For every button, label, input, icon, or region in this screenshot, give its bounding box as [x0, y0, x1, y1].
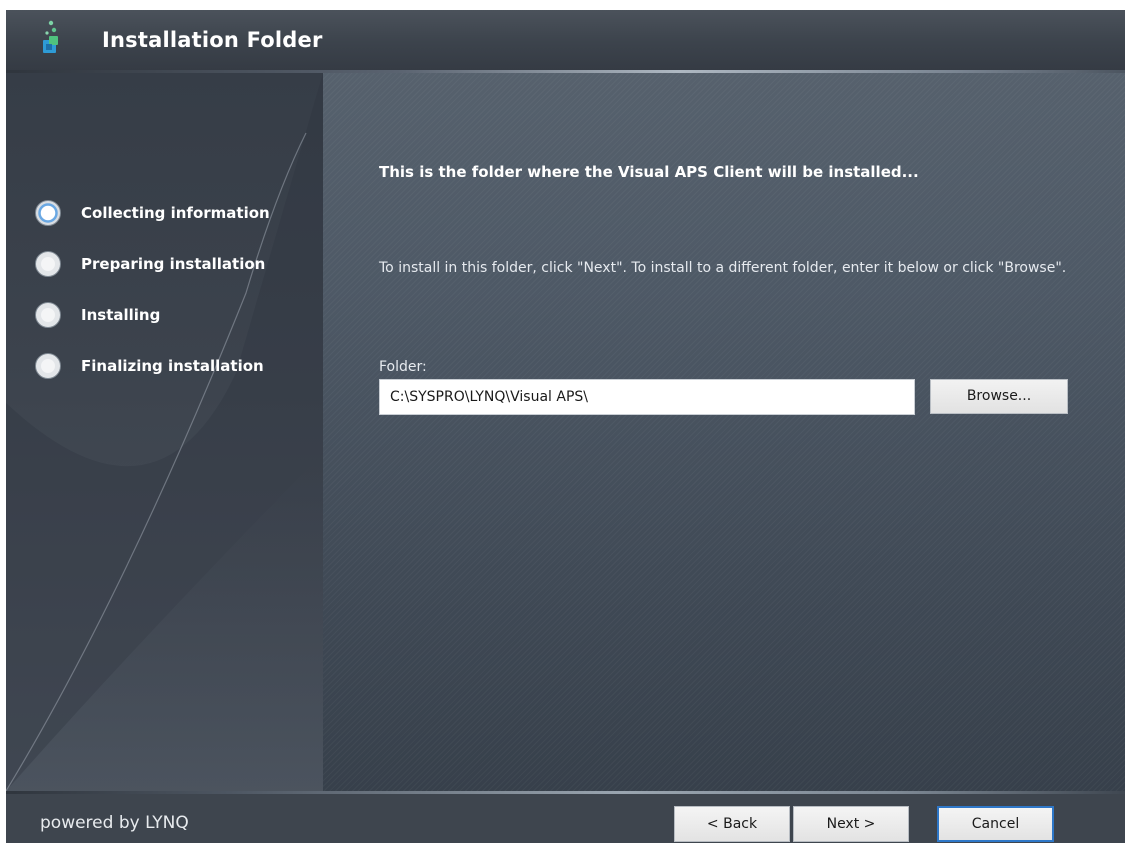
step-preparing-installation: Preparing installation: [34, 250, 319, 301]
folder-path-input[interactable]: [379, 379, 915, 415]
page-heading: This is the folder where the Visual APS …: [379, 163, 919, 181]
steps-sidebar: Collecting information Preparing install…: [6, 73, 323, 791]
step-installing: Installing: [34, 301, 319, 352]
step-collecting-information: Collecting information: [34, 199, 319, 250]
back-button[interactable]: < Back: [674, 806, 790, 842]
content-panel: This is the folder where the Visual APS …: [323, 73, 1125, 791]
step-label: Installing: [81, 306, 161, 324]
step-label: Finalizing installation: [81, 357, 264, 375]
radio-selected-icon: [35, 200, 61, 226]
folder-label: Folder:: [379, 359, 427, 375]
radio-unselected-icon: [35, 353, 61, 379]
cancel-button[interactable]: Cancel: [937, 806, 1054, 842]
step-finalizing-installation: Finalizing installation: [34, 352, 319, 403]
sidebar-decoration: [6, 73, 323, 791]
title-bar: Installation Folder: [6, 10, 1125, 70]
radio-unselected-icon: [35, 251, 61, 277]
browse-button[interactable]: Browse...: [930, 379, 1068, 414]
footer-bar: powered by LYNQ < Back Next > Cancel: [6, 791, 1125, 843]
installer-window: Installation Folder Collecting informati…: [6, 10, 1125, 843]
radio-unselected-icon: [35, 302, 61, 328]
step-label: Preparing installation: [81, 255, 266, 273]
footer-divider: [6, 791, 1125, 794]
steps-list: Collecting information Preparing install…: [34, 199, 319, 403]
step-label: Collecting information: [81, 204, 270, 222]
instruction-text: To install in this folder, click "Next".…: [379, 260, 1067, 276]
powered-by-text: powered by LYNQ: [40, 813, 189, 833]
next-button[interactable]: Next >: [793, 806, 909, 842]
installer-app-icon: [43, 20, 58, 53]
window-title: Installation Folder: [102, 28, 323, 52]
